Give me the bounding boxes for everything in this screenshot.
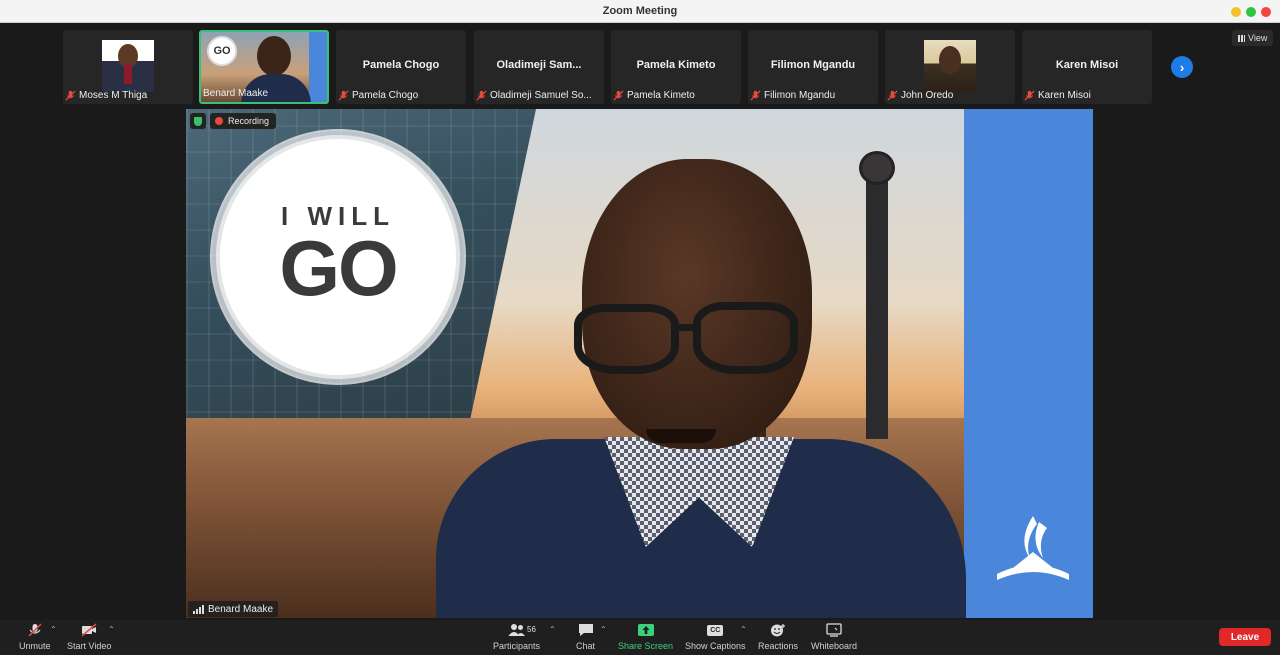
whiteboard-icon	[826, 623, 842, 637]
next-page-button[interactable]: ›	[1171, 56, 1193, 78]
meeting-main-area: Moses M Thiga GO Benard Maake Pamela Cho…	[0, 23, 1280, 620]
participant-thumbnail[interactable]: Moses M Thiga	[63, 30, 193, 104]
participant-name-bar: Oladimeji Samuel So...	[476, 88, 596, 102]
reactions-button[interactable]: Reactions	[758, 623, 798, 651]
i-will-go-logo-mini: GO	[207, 36, 237, 66]
participant-thumbnail[interactable]: Filimon Mgandu Filimon Mgandu	[748, 30, 878, 104]
muted-mic-icon	[613, 89, 624, 101]
reactions-label: Reactions	[758, 641, 799, 651]
church-logo-icon	[997, 516, 1069, 580]
close-window-button[interactable]	[1261, 7, 1271, 17]
speaker-glasses-bridge	[674, 324, 698, 331]
video-off-icon	[81, 623, 97, 637]
participant-display-name: Oladimeji Sam...	[496, 59, 582, 71]
maximize-button[interactable]	[1246, 7, 1256, 17]
window-titlebar: Zoom Meeting	[0, 0, 1280, 23]
muted-mic-icon	[338, 89, 349, 101]
whiteboard-label: Whiteboard	[811, 641, 858, 651]
participant-name: Benard Maake	[203, 87, 269, 99]
chevron-right-icon: ›	[1179, 59, 1185, 75]
share-screen-icon	[637, 624, 654, 636]
window-title: Zoom Meeting	[602, 5, 678, 17]
participant-name-bar: Benard Maake	[203, 86, 272, 100]
show-captions-label: Show Captions	[685, 641, 746, 651]
speaker-mouth	[646, 429, 716, 443]
participant-name: Filimon Mgandu	[764, 89, 836, 101]
participant-display-name: Pamela Kimeto	[636, 59, 716, 71]
video-background-lamp-head	[859, 151, 895, 185]
participants-count: 56	[527, 625, 536, 634]
closed-captions-icon: CC	[707, 625, 724, 636]
participant-name-bar: Moses M Thiga	[65, 88, 151, 102]
muted-mic-icon	[750, 89, 761, 101]
participant-name: Pamela Chogo	[352, 89, 419, 101]
muted-mic-icon	[887, 89, 898, 101]
participant-name: Moses M Thiga	[79, 89, 148, 101]
participant-name-bar: Karen Misoi	[1024, 88, 1095, 102]
participant-display-name: Filimon Mgandu	[770, 59, 856, 71]
chevron-up-icon[interactable]: ⌃	[740, 625, 747, 634]
chevron-up-icon[interactable]: ⌃	[108, 625, 115, 634]
start-video-label: Start Video	[67, 641, 112, 651]
participant-name-bar: John Oredo	[887, 88, 957, 102]
signal-strength-icon	[193, 604, 204, 614]
participant-name: Karen Misoi	[1038, 89, 1091, 101]
participant-display-name: Pamela Chogo	[362, 59, 440, 71]
participant-photo	[924, 40, 976, 92]
chat-bubble-icon	[578, 624, 593, 636]
share-screen-label: Share Screen	[618, 641, 674, 651]
chevron-up-icon[interactable]: ⌃	[600, 625, 607, 634]
participant-name: Oladimeji Samuel So...	[490, 89, 592, 101]
chat-button[interactable]: Chat	[576, 623, 595, 651]
logo-text-line2: GO	[279, 224, 398, 312]
participant-thumbnail[interactable]: Oladimeji Sam... Oladimeji Samuel So...	[474, 30, 604, 104]
start-video-button[interactable]: Start Video	[67, 623, 111, 651]
whiteboard-button[interactable]: Whiteboard	[811, 623, 857, 651]
show-captions-button[interactable]: CC Show Captions	[685, 623, 746, 651]
active-speaker-video[interactable]: I WILL GO Recording Benard Maake	[186, 109, 1093, 618]
security-shield-icon[interactable]	[190, 113, 206, 129]
participant-name-bar: Pamela Kimeto	[613, 88, 699, 102]
participant-thumbnail-active-speaker[interactable]: GO Benard Maake	[199, 30, 329, 104]
participant-name: John Oredo	[901, 89, 954, 101]
speaker-name: Benard Maake	[208, 603, 274, 615]
view-button-label: View	[1248, 33, 1268, 43]
participant-name-bar: Pamela Chogo	[338, 88, 422, 102]
video-background-lamp-post	[866, 159, 888, 439]
participant-display-name: Karen Misoi	[1055, 59, 1119, 71]
participant-thumbnail[interactable]: Pamela Kimeto Pamela Kimeto	[611, 30, 741, 104]
participants-icon	[508, 624, 525, 636]
muted-microphone-icon	[28, 623, 42, 637]
leave-meeting-button[interactable]: Leave	[1219, 628, 1271, 646]
reactions-emoji-icon	[771, 624, 786, 637]
participants-label: Participants	[493, 641, 541, 651]
chevron-up-icon[interactable]: ⌃	[549, 625, 556, 634]
recording-indicator[interactable]: Recording	[210, 113, 277, 129]
chevron-up-icon[interactable]: ⌃	[50, 625, 57, 634]
minimize-button[interactable]	[1231, 7, 1241, 17]
recording-label: Recording	[228, 116, 270, 126]
view-button[interactable]: View	[1232, 30, 1274, 46]
share-screen-button[interactable]: Share Screen	[618, 623, 673, 651]
recording-dot-icon	[215, 117, 223, 125]
participant-name-bar: Filimon Mgandu	[750, 88, 839, 102]
participant-thumbnail[interactable]: Pamela Chogo Pamela Chogo	[336, 30, 466, 104]
participant-thumbnail[interactable]: Karen Misoi Karen Misoi	[1022, 30, 1152, 104]
unmute-label: Unmute	[19, 641, 51, 651]
participant-photo	[102, 40, 154, 92]
muted-mic-icon	[65, 89, 76, 101]
unmute-button[interactable]: Unmute	[19, 623, 51, 651]
muted-mic-icon	[1024, 89, 1035, 101]
speaker-glasses-left	[574, 304, 679, 374]
participant-name: Pamela Kimeto	[627, 89, 695, 101]
participant-thumbnail[interactable]: John Oredo	[885, 30, 1015, 104]
speaker-glasses-right	[693, 302, 798, 374]
meeting-toolbar: Unmute ⌃ Start Video ⌃ Participants 56 ⌃…	[0, 620, 1280, 655]
muted-mic-icon	[476, 89, 487, 101]
grid-icon	[1238, 34, 1245, 42]
chat-label: Chat	[576, 641, 596, 651]
speaker-name-bar: Benard Maake	[188, 601, 279, 617]
